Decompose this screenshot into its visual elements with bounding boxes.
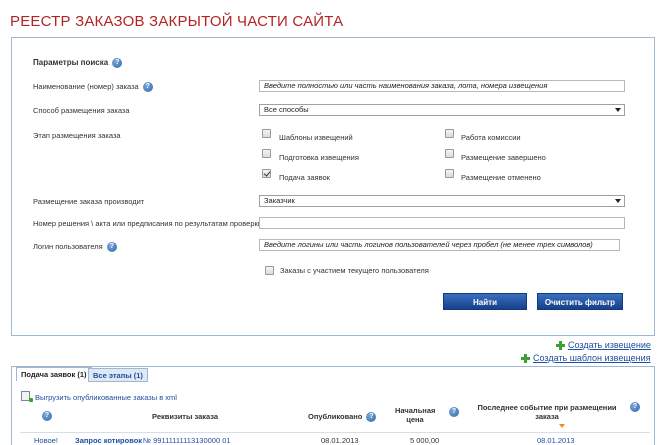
column-header-price-line2: цена <box>406 415 424 424</box>
stage-checkbox-preparation[interactable] <box>262 149 271 158</box>
help-icon[interactable]: ? <box>142 82 153 93</box>
column-header-price-line1: Начальная <box>395 406 436 415</box>
export-xml-link[interactable]: Выгрузить опубликованные заказы в xml <box>35 393 177 402</box>
plus-icon <box>556 341 565 350</box>
help-icon[interactable]: ? <box>630 402 640 412</box>
tab-applications[interactable]: Подача заявок (1) <box>16 367 92 381</box>
row-status[interactable]: Новое! <box>34 436 58 445</box>
method-select[interactable]: Все способы <box>259 104 625 116</box>
login-label: Логин пользователя ? <box>33 242 117 253</box>
tab-all-stages[interactable]: Все этапы (1) <box>88 368 148 382</box>
page-title: РЕЕСТР ЗАКАЗОВ ЗАКРЫТОЙ ЧАСТИ САЙТА <box>10 13 344 30</box>
results-panel: Подача заявок (1) Все этапы (1) Выгрузит… <box>11 366 655 445</box>
method-label: Способ размещения заказа <box>33 106 130 115</box>
create-notice-link[interactable]: Создать извещение <box>568 340 651 350</box>
participation-checkbox[interactable] <box>265 266 274 275</box>
participation-label: Заказы с участием текущего пользователя <box>280 266 429 275</box>
stage-label-templates: Шаблоны извещений <box>279 133 353 142</box>
order-name-label: Наименование (номер) заказа ? <box>33 82 153 93</box>
row-number[interactable]: № 99111111113130000 01 <box>143 436 231 445</box>
column-header-published[interactable]: Опубликовано ? <box>308 412 377 423</box>
row-published: 08.01.2013 <box>321 436 359 445</box>
chevron-down-icon <box>615 108 621 112</box>
clear-filter-button[interactable]: Очистить фильтр <box>537 293 623 310</box>
column-header-event-line1: Последнее событие при размещении <box>477 403 617 412</box>
stage-label-cancelled: Размещение отменено <box>461 173 541 182</box>
stage-checkbox-cancelled[interactable] <box>445 169 454 178</box>
stage-checkbox-commission[interactable] <box>445 129 454 138</box>
help-icon[interactable]: ? <box>449 407 459 417</box>
stage-label-applications: Подача заявок <box>279 173 330 182</box>
producer-select[interactable]: Заказчик <box>259 195 625 207</box>
row-event[interactable]: 08.01.2013 <box>537 436 575 445</box>
plus-icon <box>521 354 530 363</box>
table-divider <box>20 432 650 433</box>
decision-input[interactable] <box>259 217 625 229</box>
stage-label-preparation: Подготовка извещения <box>279 153 359 162</box>
producer-select-value: Заказчик <box>264 196 295 205</box>
row-price: 5 000,00 <box>410 436 440 445</box>
search-panel: Параметры поиска ? Наименование (номер) … <box>11 37 655 336</box>
stage-label-completed: Размещение завершено <box>461 153 546 162</box>
login-label-text: Логин пользователя <box>33 242 103 251</box>
method-select-value: Все способы <box>264 105 309 114</box>
column-header-event-line2: заказа <box>535 412 559 421</box>
stage-checkbox-applications[interactable] <box>262 169 271 178</box>
search-heading: Параметры поиска ? <box>33 58 123 68</box>
sort-arrow-icon[interactable] <box>559 424 565 428</box>
column-header-details[interactable]: Реквизиты заказа <box>152 412 218 421</box>
order-name-label-text: Наименование (номер) заказа <box>33 82 139 91</box>
column-header-event[interactable]: Последнее событие при размещении заказа <box>477 403 617 421</box>
producer-label: Размещение заказа производит <box>33 197 145 206</box>
login-input[interactable]: Введите логины или часть логинов пользов… <box>259 239 620 251</box>
chevron-down-icon <box>615 199 621 203</box>
stage-label: Этап размещения заказа <box>33 131 121 140</box>
help-icon[interactable]: ? <box>112 58 123 68</box>
stage-checkbox-templates[interactable] <box>262 129 271 138</box>
decision-label: Номер решения \ акта или предписания по … <box>33 219 262 228</box>
help-icon[interactable]: ? <box>42 411 52 421</box>
search-heading-text: Параметры поиска <box>33 58 109 68</box>
help-icon[interactable]: ? <box>106 242 117 253</box>
stage-checkbox-completed[interactable] <box>445 149 454 158</box>
xml-export-icon[interactable] <box>21 391 33 402</box>
help-icon[interactable]: ? <box>366 412 377 423</box>
column-header-price[interactable]: Начальная цена <box>395 406 435 424</box>
stage-label-commission: Работа комиссии <box>461 133 521 142</box>
column-header-published-text: Опубликовано <box>308 412 363 421</box>
row-details[interactable]: Запрос котировок <box>75 436 142 445</box>
find-button[interactable]: Найти <box>443 293 527 310</box>
create-template-link[interactable]: Создать шаблон извещения <box>533 353 651 363</box>
order-name-input[interactable]: Введите полностью или часть наименования… <box>259 80 625 92</box>
